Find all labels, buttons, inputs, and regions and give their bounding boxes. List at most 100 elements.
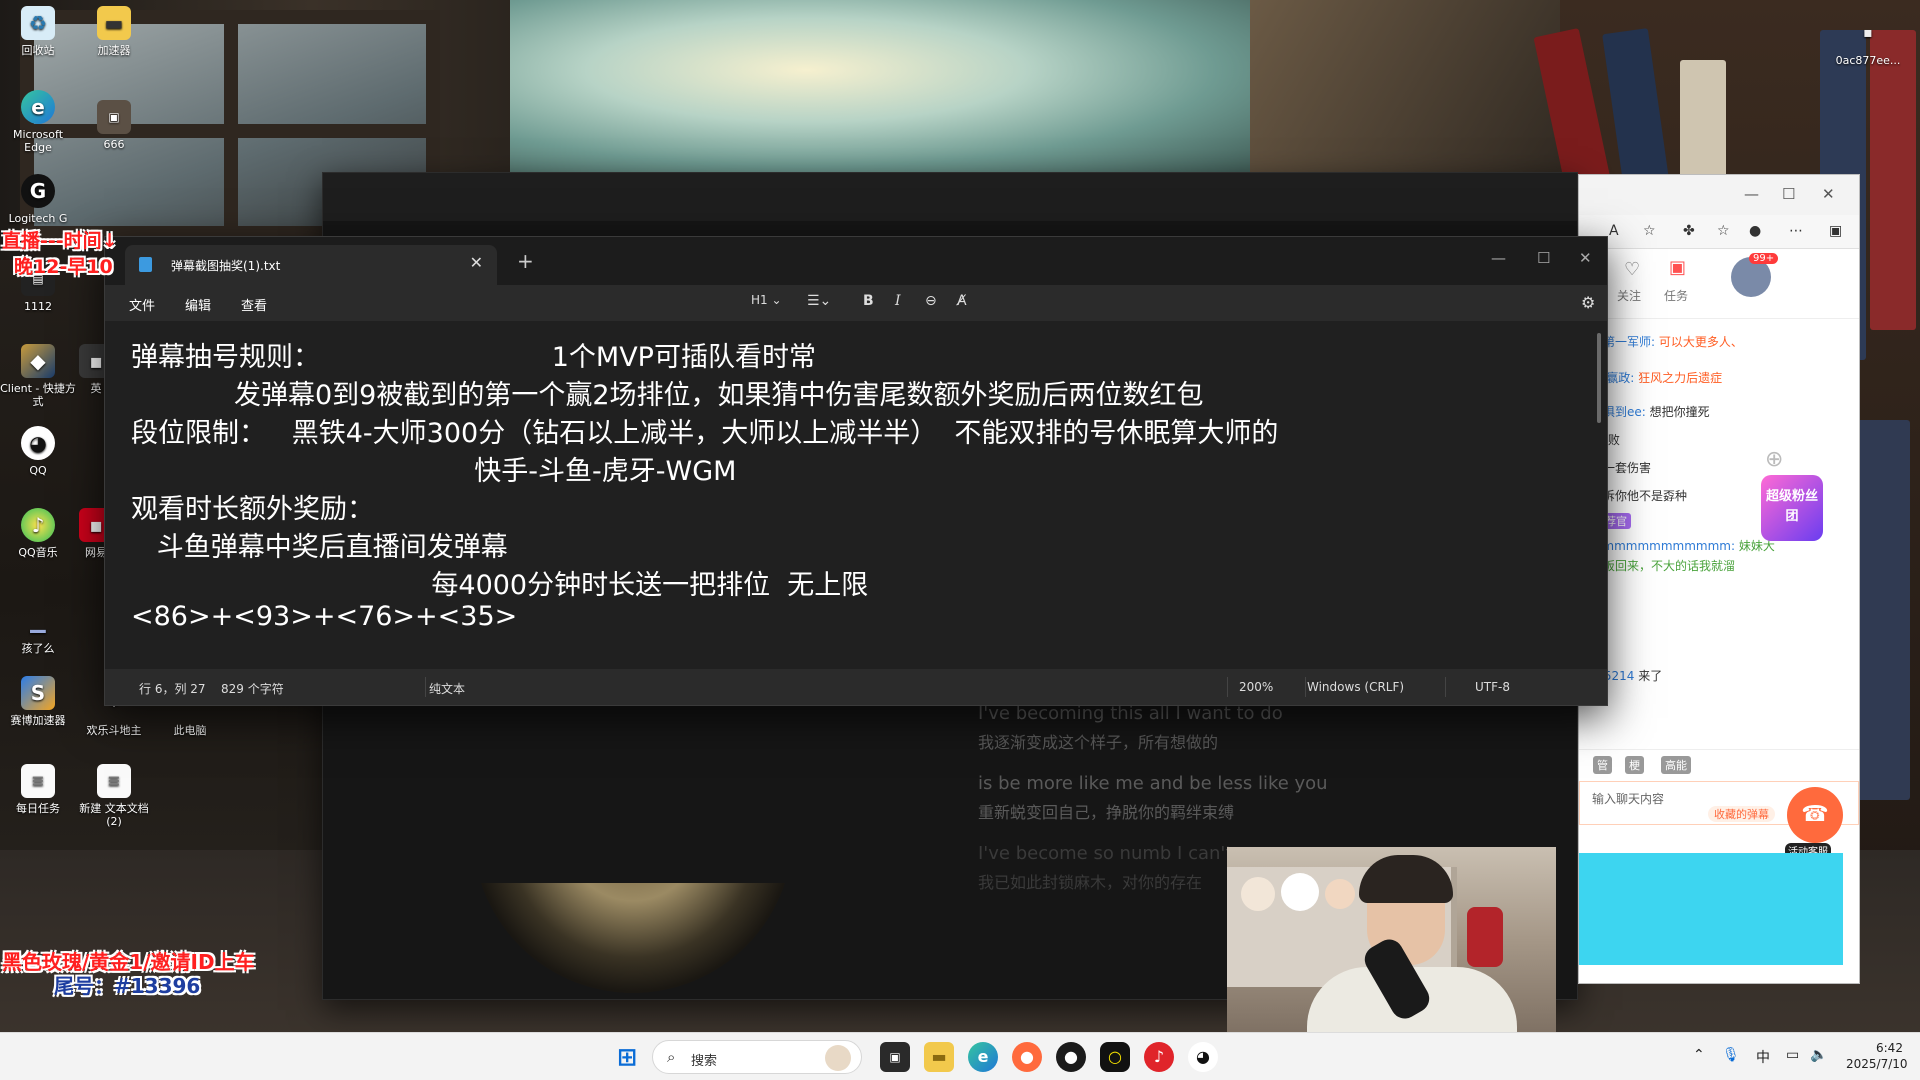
favorites-icon[interactable]: ☆: [1717, 223, 1730, 239]
edge-icon: e: [21, 90, 55, 124]
close-icon[interactable]: ✕: [1579, 249, 1592, 267]
desktop-icon-666[interactable]: ▣ 666: [76, 100, 152, 151]
highlight-tool[interactable]: 高能: [1661, 756, 1691, 774]
desktop-icon-recycle-bin[interactable]: ♻ 回收站: [0, 6, 76, 57]
notepad-window[interactable]: 弹幕截图抽奖(1).txt ✕ + — ☐ ✕ 文件 编辑 查看 H1 ⌄ ☰⌄…: [104, 236, 1608, 706]
settings-gear-icon[interactable]: ⚙: [1581, 293, 1595, 312]
app-icon[interactable]: ●: [1056, 1042, 1086, 1072]
tray-chevron-up-icon[interactable]: ⌃: [1693, 1047, 1705, 1063]
follow-label[interactable]: 关注: [1617, 287, 1641, 304]
italic-icon[interactable]: I: [895, 293, 901, 309]
favorite-star-icon[interactable]: ☆: [1643, 223, 1656, 239]
clock-date[interactable]: 2025/7/10: [1846, 1057, 1908, 1071]
line-ending[interactable]: Windows (CRLF): [1307, 680, 1404, 694]
qq-icon[interactable]: ◕: [1188, 1042, 1218, 1072]
new-tab-button[interactable]: +: [517, 249, 534, 273]
promo-banner[interactable]: [1579, 853, 1843, 965]
qq-music-icon: ♪: [21, 508, 55, 542]
menu-view[interactable]: 查看: [241, 295, 267, 314]
manage-tool[interactable]: 管: [1593, 756, 1612, 774]
file-explorer-icon[interactable]: ▬: [924, 1042, 954, 1072]
profile-icon[interactable]: ●: [1749, 223, 1761, 239]
obs-icon[interactable]: ○: [1100, 1042, 1130, 1072]
start-windows-icon[interactable]: ⊞: [612, 1042, 642, 1072]
volume-icon[interactable]: 🔈: [1810, 1047, 1827, 1063]
minimize-icon[interactable]: —: [1744, 185, 1759, 203]
microphone-icon[interactable]: 🎙: [1722, 1047, 1740, 1063]
extensions-icon[interactable]: ✤: [1683, 223, 1695, 239]
heading-dropdown[interactable]: H1 ⌄: [751, 293, 782, 307]
task-view-icon[interactable]: ▣: [880, 1042, 910, 1072]
netease-music-icon[interactable]: ♪: [1144, 1042, 1174, 1072]
lyric-translation: 我已如此封锁麻木，对你的存在: [978, 873, 1203, 892]
menu-edit[interactable]: 编辑: [185, 295, 211, 314]
network-icon[interactable]: ▭: [1786, 1047, 1799, 1063]
zoom-level[interactable]: 200%: [1239, 680, 1273, 694]
desktop-icon-client[interactable]: ◆ Client - 快捷方式: [0, 344, 76, 408]
task-label[interactable]: 任务: [1664, 287, 1688, 304]
service-icon[interactable]: ☎: [1787, 787, 1843, 843]
logitech-icon: G: [21, 174, 55, 208]
desktop-icon-daily-task[interactable]: ≡ 每日任务: [0, 764, 76, 815]
divider: [1227, 677, 1228, 697]
chat-list: 撩教第一军师: 可以大更多人、 38、赢政: 狂风之力后遗症 面面俱到ee: 想…: [1579, 325, 1819, 925]
desktop-icon-cyber-accelerator[interactable]: S 赛博加速器: [0, 676, 76, 727]
chat-message: mmmmmmmmmmmmm: 妹妹大: [1579, 539, 1775, 553]
read-aloud-icon[interactable]: A: [1609, 223, 1619, 239]
sidebar-icon[interactable]: ▣: [1829, 223, 1842, 239]
recycle-bin-icon: ♻: [21, 6, 55, 40]
music-player-titlebar: [323, 173, 1577, 221]
tab-close-icon[interactable]: ✕: [470, 253, 483, 272]
search-placeholder: 搜索: [691, 1054, 718, 1069]
notepad-titlebar: 弹幕截图抽奖(1).txt ✕ + — ☐ ✕: [105, 237, 1607, 285]
heart-icon[interactable]: ♡: [1624, 259, 1640, 280]
douyu-icon[interactable]: ●: [1012, 1042, 1042, 1072]
ime-indicator[interactable]: 中: [1756, 1047, 1770, 1067]
plush-toy: [1325, 879, 1355, 909]
app-hai-icon: ▁: [30, 609, 46, 633]
meme-tool[interactable]: 梗: [1625, 756, 1644, 774]
browser-window[interactable]: — ☐ ✕ A ☆ ✤ ☆ ● ⋯ ▣ ♡ 关注 ▣ 任务 99+ 撩教第一军师…: [1578, 174, 1860, 984]
gift-icon[interactable]: ▣: [1669, 257, 1686, 278]
more-menu-icon[interactable]: ⋯: [1789, 223, 1803, 239]
text-line: 发弹幕0到9被截到的第一个赢2场排位，如果猜中伤害尾数额外奖励后两位数红包: [131, 380, 1204, 411]
bold-icon[interactable]: B: [863, 293, 874, 309]
fan-club-badge[interactable]: 超级粉丝团: [1761, 475, 1823, 541]
desktop-icon-logitech[interactable]: G Logitech G: [0, 174, 76, 225]
maximize-icon[interactable]: ☐: [1782, 185, 1795, 203]
desktop-icon-qq[interactable]: ◕ QQ: [0, 426, 76, 477]
text-line: 观看时长额外奖励：: [131, 494, 374, 525]
maximize-icon[interactable]: ☐: [1537, 249, 1550, 267]
divider: [1305, 677, 1306, 697]
close-icon[interactable]: ✕: [1822, 185, 1835, 203]
desktop-icon-new-text[interactable]: ≡ 新建 文本文档 (2): [76, 764, 152, 828]
book: [1680, 60, 1726, 180]
divider: [1445, 677, 1446, 697]
desktop-icon-edge[interactable]: e Microsoft Edge: [0, 90, 76, 154]
lyric-line: I've becoming this all I want to do: [978, 703, 1283, 724]
clear-format-icon[interactable]: A̸: [957, 293, 967, 309]
add-circle-icon[interactable]: ⊕: [1765, 447, 1783, 472]
clock-time[interactable]: 6:42: [1876, 1041, 1903, 1055]
desktop-icon-hai[interactable]: ▁ 孩了么: [0, 604, 76, 655]
text-line: 斗鱼弹幕中奖后直播间发弹幕: [131, 532, 508, 563]
cyber-accelerator-icon: S: [21, 676, 55, 710]
list-icon[interactable]: ☰⌄: [807, 293, 831, 309]
figure: [1467, 907, 1503, 967]
minimize-icon[interactable]: —: [1491, 249, 1506, 267]
notepad-editor[interactable]: 弹幕抽号规则： 1个MVP可插队看时常 发弹幕0到9被截到的第一个赢2场排位，如…: [105, 321, 1585, 671]
folder-accelerator-icon: ▬: [97, 6, 131, 40]
desktop-icon-top-right[interactable]: ▪ 0ac877ee...: [1820, 16, 1916, 67]
menu-file[interactable]: 文件: [129, 295, 155, 314]
text-line: 每4000分钟时长送一把排位 无上限: [131, 570, 869, 601]
desktop-icon-qq-music[interactable]: ♪ QQ音乐: [0, 508, 76, 559]
wallpaper-wood: [1250, 0, 1570, 180]
encoding[interactable]: UTF-8: [1475, 680, 1510, 694]
link-icon[interactable]: ⊖: [925, 293, 937, 309]
notepad-tab[interactable]: 弹幕截图抽奖(1).txt ✕: [125, 245, 497, 285]
taskbar-search[interactable]: ⌕ 搜索: [652, 1040, 862, 1074]
saved-danmaku-button[interactable]: 收藏的弹幕: [1708, 806, 1775, 822]
edge-icon[interactable]: e: [968, 1042, 998, 1072]
editor-scrollbar[interactable]: [1597, 333, 1601, 423]
desktop-icon-accelerator[interactable]: ▬ 加速器: [76, 6, 152, 57]
